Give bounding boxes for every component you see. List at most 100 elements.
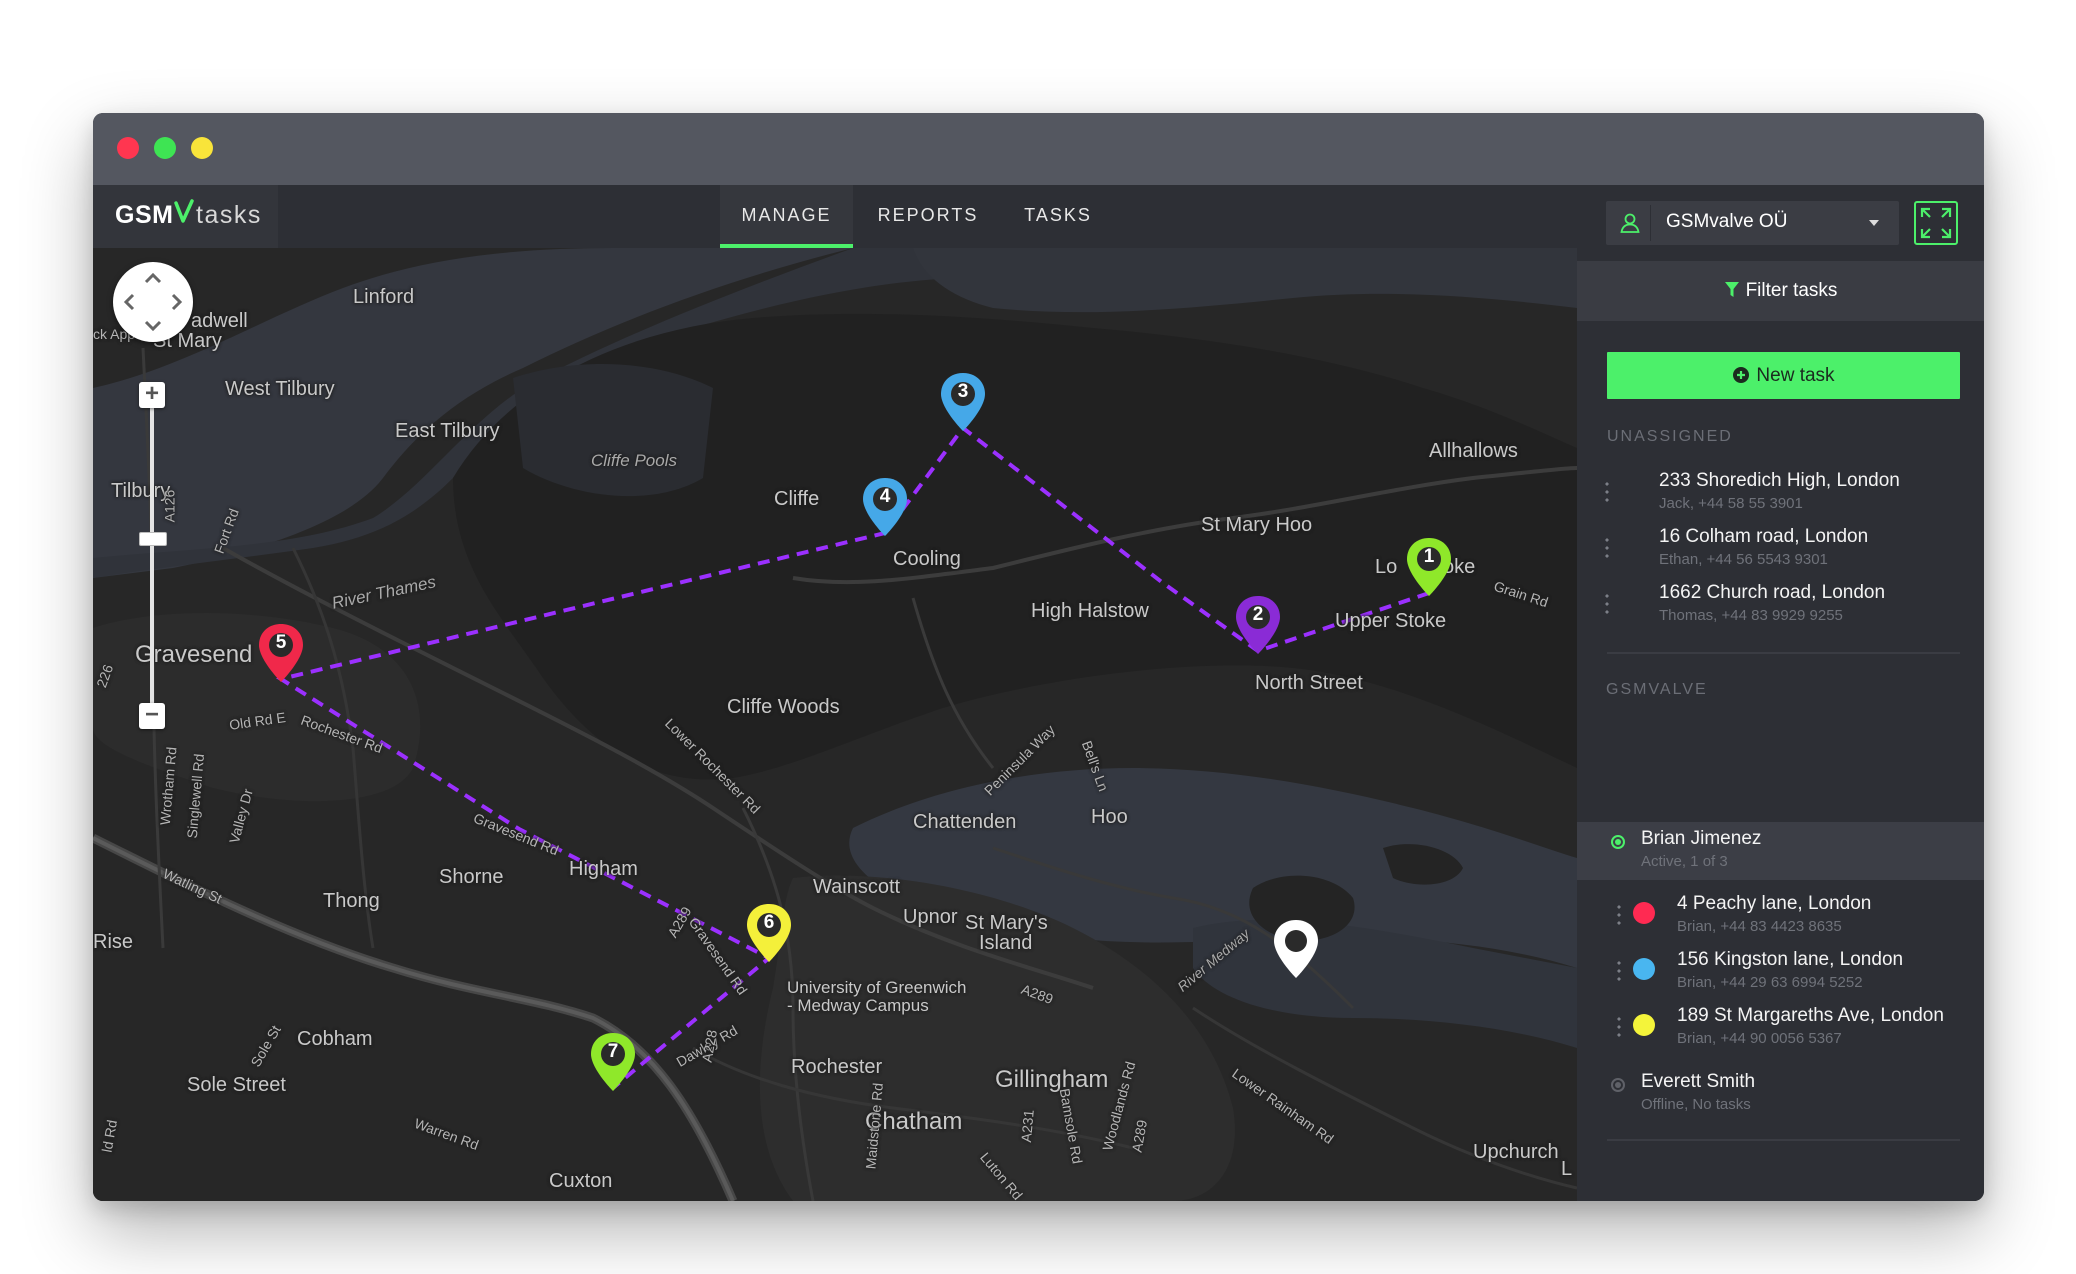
task-contact: Thomas, +44 83 9929 9255 — [1659, 607, 1843, 624]
map-label-upnor: Upnor — [903, 906, 958, 928]
driver-task-item[interactable]: 156 Kingston lane, London Brian, +44 29 … — [1577, 949, 1984, 1005]
map-label-rochester: Rochester — [791, 1056, 883, 1078]
task-address: 16 Colham road, London — [1659, 526, 1869, 547]
plus-circle-icon — [1733, 367, 1750, 383]
task-address: 189 St Margareths Ave, London — [1677, 1005, 1944, 1026]
map-label-chattenden: Chattenden — [913, 811, 1017, 833]
map-pin-7-icon — [591, 1033, 635, 1091]
title-bar — [93, 113, 1984, 185]
tab-tasks[interactable]: TASKS — [1003, 185, 1113, 248]
map-label-gillingham: Gillingham — [995, 1066, 1109, 1093]
map-pin-1[interactable]: 1 — [1401, 534, 1457, 604]
maximize-window-button[interactable] — [154, 137, 176, 159]
unassigned-section-title: UNASSIGNED — [1607, 428, 1733, 445]
zoom-slider-thumb[interactable] — [139, 532, 167, 546]
tab-manage[interactable]: MANAGE — [720, 185, 853, 248]
task-address: 4 Peachy lane, London — [1677, 893, 1872, 914]
filter-tasks-button[interactable]: Filter tasks — [1577, 261, 1984, 321]
unassigned-task-item[interactable]: 16 Colham road, London Ethan, +44 56 554… — [1577, 526, 1984, 582]
zoom-in-button[interactable]: + — [139, 382, 165, 408]
map-label-high-halstow: High Halstow — [1031, 600, 1149, 622]
driver-task-item[interactable]: 4 Peachy lane, London Brian, +44 83 4423… — [1577, 893, 1984, 949]
map-pin-2[interactable]: 2 — [1230, 592, 1286, 662]
map-label-island: Island — [979, 932, 1033, 954]
map-pin-3-icon — [941, 373, 985, 431]
offline-status-icon — [1611, 1078, 1625, 1092]
fullscreen-button[interactable] — [1914, 201, 1958, 245]
unassigned-task-item[interactable]: 233 Shoredich High, London Jack, +44 58 … — [1577, 470, 1984, 526]
zoom-slider-track[interactable] — [150, 396, 154, 716]
drag-handle-icon[interactable] — [1605, 536, 1609, 560]
driver-name: Everett Smith — [1641, 1071, 1756, 1092]
map-label-cooling: Cooling — [893, 548, 961, 570]
chevron-down-icon — [1869, 220, 1879, 226]
task-contact: Brian, +44 90 0056 5367 — [1677, 1030, 1842, 1047]
map-label-hoo: Hoo — [1091, 806, 1128, 828]
map-pin-1-number: 1 — [1423, 546, 1435, 567]
task-color-dot — [1633, 902, 1655, 924]
map-label-sole-street: Sole Street — [187, 1074, 286, 1096]
minimize-window-button[interactable] — [191, 137, 213, 159]
map-label-upchurch: Upchurch — [1473, 1141, 1559, 1163]
tab-reports[interactable]: REPORTS — [868, 185, 988, 248]
company-selector[interactable]: GSMvalve OÜ — [1606, 201, 1899, 245]
map-pin-7-number: 7 — [607, 1041, 619, 1062]
driver-status: Active, 1 of 3 — [1641, 853, 1728, 870]
close-window-button[interactable] — [117, 137, 139, 159]
task-color-dot — [1633, 1014, 1655, 1036]
unassigned-task-item[interactable]: 1662 Church road, London Thomas, +44 83 … — [1577, 582, 1984, 638]
map-label-west-tilbury: West Tilbury — [225, 378, 335, 400]
filter-icon — [1724, 282, 1739, 297]
map-pin-6-number: 6 — [763, 912, 775, 933]
map-pin-3-number: 3 — [957, 381, 969, 402]
drag-handle-icon[interactable] — [1617, 903, 1621, 927]
section-divider — [1607, 1139, 1960, 1141]
map-pin-5[interactable]: 5 — [253, 620, 309, 690]
logo-gsm-text: GSM — [115, 201, 174, 229]
task-contact: Ethan, +44 56 5543 9301 — [1659, 551, 1828, 568]
driver-row-everett[interactable]: Everett Smith Offline, No tasks — [1577, 1071, 1984, 1127]
company-name: GSMvalve OÜ — [1666, 211, 1788, 232]
map-pin-3[interactable]: 3 — [935, 369, 991, 439]
task-contact: Brian, +44 29 63 6994 5252 — [1677, 974, 1863, 991]
map-label-uog-2: - Medway Campus — [787, 996, 929, 1015]
group-section-title: GSMVALVE — [1606, 681, 1708, 698]
new-task-button[interactable]: New task — [1607, 352, 1960, 399]
map-pin-location-icon — [1274, 920, 1318, 978]
map-label-cliffe-woods: Cliffe Woods — [727, 696, 840, 718]
map-pin-5-number: 5 — [275, 632, 287, 653]
driver-task-item[interactable]: 189 St Margareths Ave, London Brian, +44… — [1577, 1005, 1984, 1061]
map-pin-4[interactable]: 4 — [857, 474, 913, 544]
map-label-a126: A126 — [161, 489, 178, 523]
logo[interactable]: GSM tasks — [93, 185, 278, 248]
filter-tasks-label: Filter tasks — [1745, 280, 1838, 301]
map-pin-5-icon — [259, 624, 303, 682]
map-pin-6[interactable]: 6 — [741, 900, 797, 970]
map-label-uog-1: University of Greenwich — [787, 978, 967, 997]
drag-handle-icon[interactable] — [1617, 959, 1621, 983]
map-label-cobham: Cobham — [297, 1028, 373, 1050]
map-pin-7[interactable]: 7 — [585, 1029, 641, 1099]
drag-handle-icon[interactable] — [1605, 480, 1609, 504]
pan-arrows-icon — [123, 272, 183, 332]
sidebar: GSMvalve OÜ Filter tasks New task UNASSI… — [1577, 185, 1984, 1201]
driver-row-brian[interactable]: Brian Jimenez Active, 1 of 3 — [1577, 822, 1984, 880]
driver-status: Offline, No tasks — [1641, 1096, 1751, 1113]
drag-handle-icon[interactable] — [1617, 1015, 1621, 1039]
zoom-out-button[interactable]: − — [139, 703, 165, 729]
task-address: 233 Shoredich High, London — [1659, 470, 1900, 491]
task-color-dot — [1633, 958, 1655, 980]
online-status-icon — [1611, 835, 1625, 849]
section-divider — [1607, 652, 1960, 654]
map-label-upper-stoke: Upper Stoke — [1335, 610, 1447, 632]
map-pan-control[interactable] — [113, 262, 193, 342]
driver-name: Brian Jimenez — [1641, 828, 1762, 849]
map-label-cliffe-pools: Cliffe Pools — [591, 451, 677, 470]
map-view[interactable]: Linford ck App adwell St Mary West Tilbu… — [93, 248, 1577, 1201]
drag-handle-icon[interactable] — [1605, 592, 1609, 616]
map-label-shorne: Shorne — [439, 866, 504, 888]
map-label-lower-stoke-a: Lo — [1375, 556, 1398, 578]
task-address: 1662 Church road, London — [1659, 582, 1886, 603]
map-pin-unassigned[interactable] — [1268, 916, 1324, 986]
map-label-edge: L — [1561, 1158, 1573, 1180]
